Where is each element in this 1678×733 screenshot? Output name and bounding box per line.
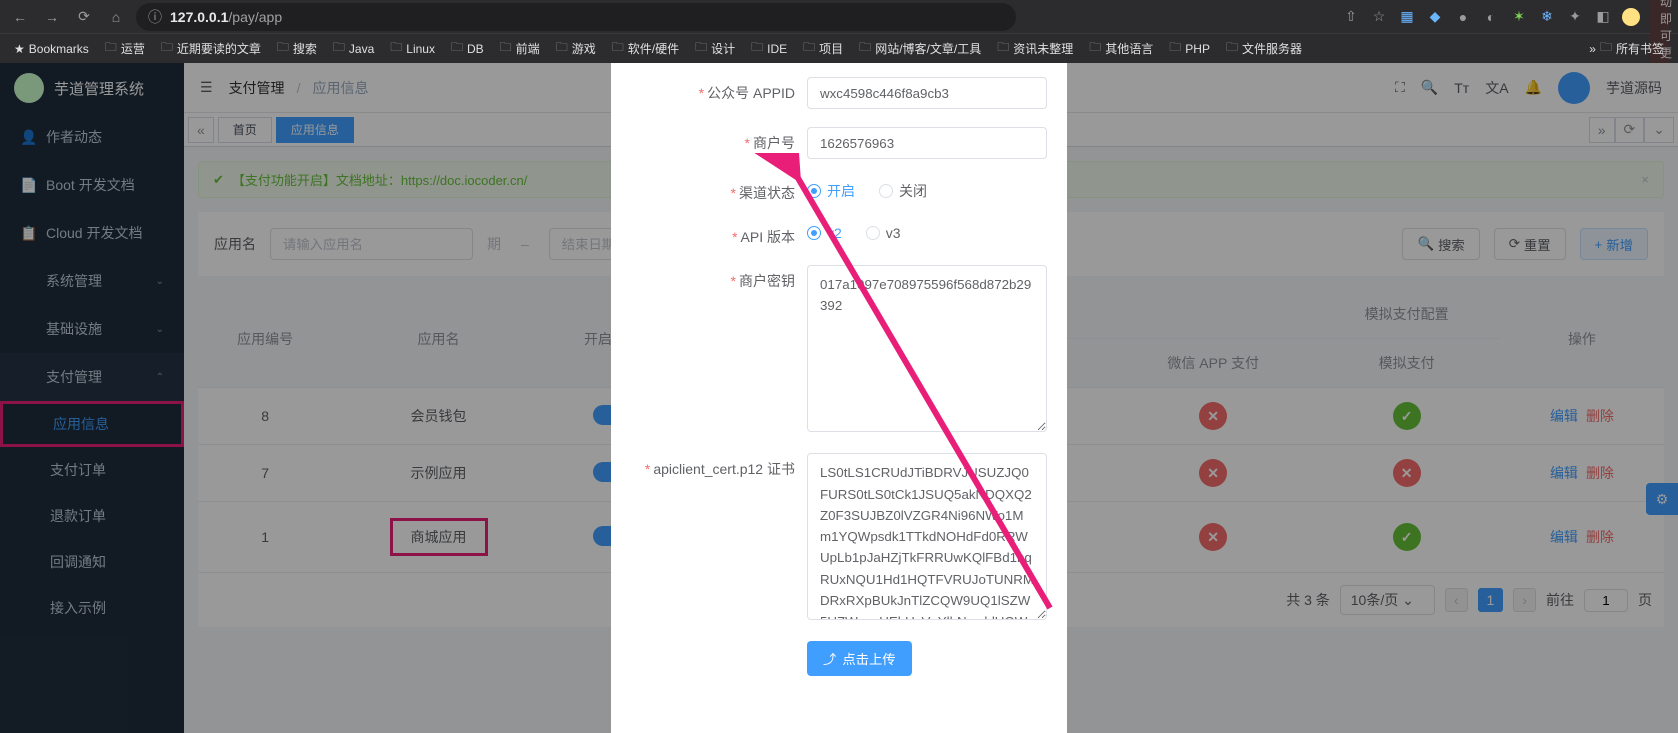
bookmark-folder[interactable]: 🗀网站/博客/文章/工具 [853, 36, 987, 61]
reload-icon[interactable]: ⟳ [72, 8, 96, 25]
bookmark-folder[interactable]: 🗀文件服务器 [1220, 36, 1308, 61]
bookmark-folder[interactable]: 🗀其他语言 [1083, 36, 1159, 61]
forward-icon[interactable]: → [40, 9, 64, 25]
share-icon[interactable]: ⇧ [1342, 8, 1360, 25]
upload-button[interactable]: ⤴点击上传 [807, 641, 912, 676]
url-path: /pay/app [228, 9, 282, 25]
bookmark-folder[interactable]: 🗀资讯未整理 [991, 36, 1079, 61]
bookmark-folder[interactable]: 🗀IDE [745, 36, 793, 61]
site-info-icon: ⓘ [148, 7, 162, 27]
bookmark-folder[interactable]: 🗀运营 [99, 36, 151, 61]
ext-icon[interactable]: ◐ [1482, 9, 1500, 25]
ext-icon[interactable]: ▦ [1398, 8, 1416, 25]
radio-api-v2[interactable]: v2 [807, 225, 842, 241]
appid-input[interactable] [807, 77, 1047, 109]
bookmark-folder[interactable]: 🗀项目 [797, 36, 849, 61]
back-icon[interactable]: ← [8, 9, 32, 25]
bookmark-folder[interactable]: 🗀Java [327, 36, 380, 61]
mch-input[interactable] [807, 127, 1047, 159]
browser-toolbar: ← → ⟳ ⌂ ⓘ 127.0.0.1/pay/app ⇧ ☆ ▦ ◆ ● ◐ … [0, 0, 1678, 33]
config-dialog: *公众号 APPID *商户号 *渠道状态 开启 关闭 *API 版本 v2 v… [611, 63, 1067, 733]
bookmark-folder[interactable]: 🗀PHP [1163, 36, 1216, 61]
bookmark-folder[interactable]: 🗀游戏 [550, 36, 602, 61]
upload-icon: ⤴ [823, 649, 836, 668]
mch-label: *商户号 [631, 127, 807, 153]
ext-icon[interactable]: ❄ [1538, 8, 1556, 25]
bookmark-star-icon[interactable]: ☆ [1370, 8, 1388, 25]
channel-status-label: *渠道状态 [631, 177, 807, 203]
all-bookmarks[interactable]: » 🗀所有书签 [1583, 36, 1670, 61]
api-version-label: *API 版本 [631, 221, 807, 247]
radio-api-v3[interactable]: v3 [866, 225, 901, 241]
url-host: 127.0.0.1 [170, 9, 228, 25]
profile-avatar-icon[interactable] [1622, 8, 1640, 26]
extensions-icon[interactable]: ✦ [1566, 8, 1584, 25]
ext-icon[interactable]: ● [1454, 9, 1472, 25]
secret-textarea[interactable]: 017a1097e708975596f568d872b29392 [807, 265, 1047, 432]
ext-icon[interactable]: ◧ [1594, 8, 1612, 25]
bookmark-folder[interactable]: 🗀Linux [384, 36, 441, 61]
cert-label: *apiclient_cert.p12 证书 [631, 453, 807, 479]
home-icon[interactable]: ⌂ [104, 9, 128, 25]
bookmark-folder[interactable]: 🗀搜索 [271, 36, 323, 61]
bookmark-folder[interactable]: 🗀近期要读的文章 [155, 36, 267, 61]
ext-icon[interactable]: ◆ [1426, 8, 1444, 25]
ext-icon[interactable]: ✶ [1510, 8, 1528, 25]
bookmark-folder[interactable]: 🗀DB [445, 36, 490, 61]
bookmark-folder[interactable]: 🗀前端 [494, 36, 546, 61]
radio-channel-on[interactable]: 开启 [807, 181, 855, 201]
bookmark-folder[interactable]: 🗀软件/硬件 [606, 36, 685, 61]
radio-channel-off[interactable]: 关闭 [879, 181, 927, 201]
bookmarks-menu[interactable]: ★ Bookmarks [8, 40, 95, 58]
appid-label: *公众号 APPID [631, 77, 807, 103]
bookmark-folder[interactable]: 🗀设计 [689, 36, 741, 61]
modal-overlay[interactable]: *公众号 APPID *商户号 *渠道状态 开启 关闭 *API 版本 v2 v… [0, 63, 1678, 733]
secret-label: *商户密钥 [631, 265, 807, 291]
url-bar[interactable]: ⓘ 127.0.0.1/pay/app [136, 3, 1016, 31]
cert-textarea[interactable]: LS0tLS1CRUdJTiBDRVJUSUZJQ0FURS0tLS0tCk1J… [807, 453, 1047, 620]
